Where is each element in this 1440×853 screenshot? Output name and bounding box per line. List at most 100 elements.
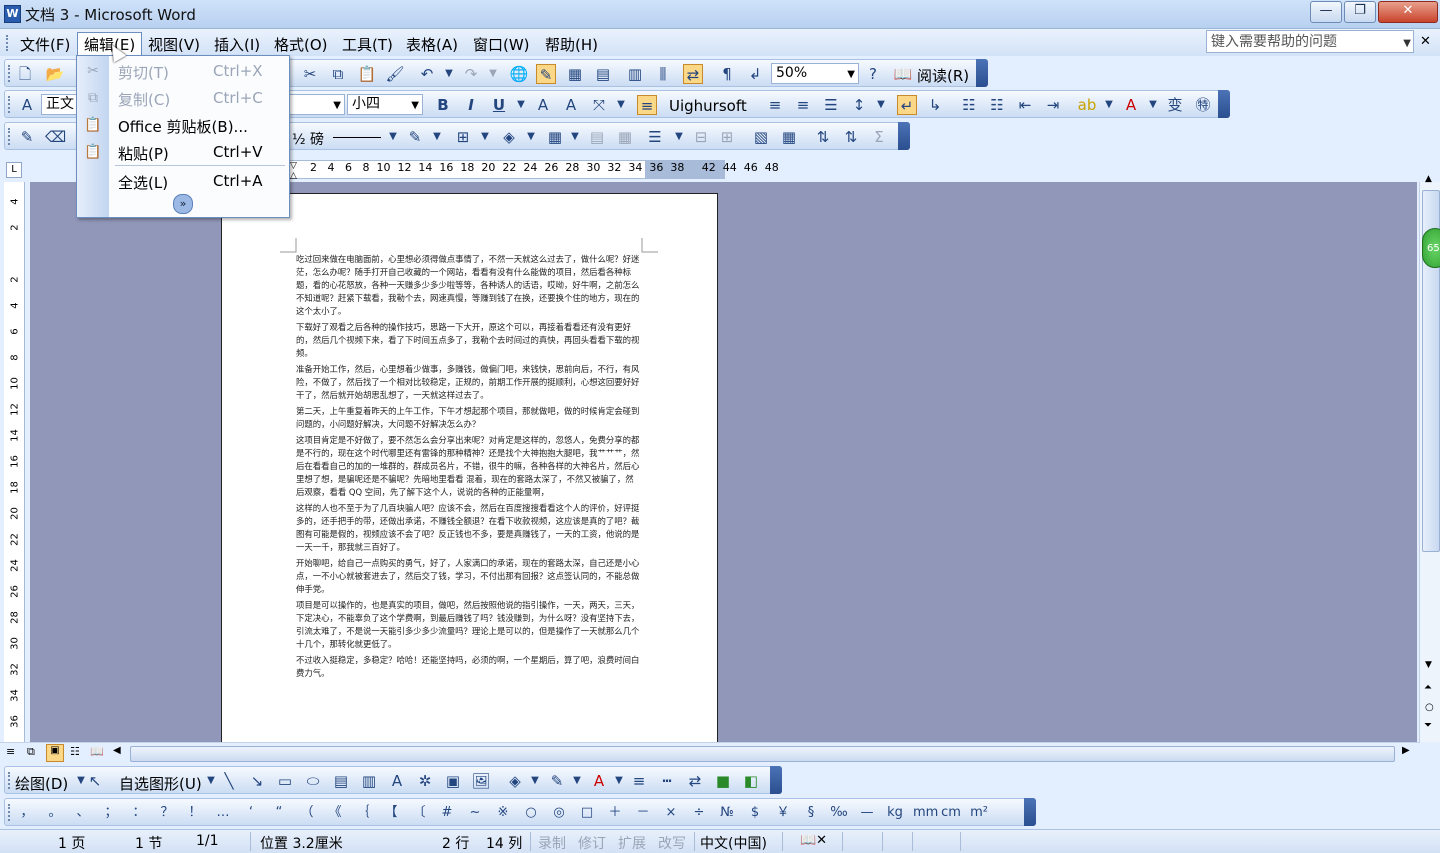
dash-style-icon[interactable]: ┅ bbox=[657, 771, 677, 791]
chevron-down-icon[interactable]: ▼ bbox=[609, 771, 629, 791]
align-right-icon[interactable]: ≡ bbox=[793, 95, 813, 115]
font-color-icon[interactable]: A bbox=[1121, 95, 1141, 115]
symbol-button[interactable]: □ bbox=[577, 803, 597, 823]
align-justify-icon[interactable]: ≡ bbox=[637, 95, 657, 115]
styles-icon[interactable]: A bbox=[17, 95, 37, 115]
arrow-style-icon[interactable]: ⇄ bbox=[685, 771, 705, 791]
horizontal-scrollbar[interactable]: ≡ ⧉ ▣ ☷ 📖 ◀ ▶ bbox=[0, 742, 1420, 763]
symbol-button[interactable]: § bbox=[801, 803, 821, 823]
minimize-button[interactable]: — bbox=[1310, 1, 1342, 23]
chevron-down-icon[interactable]: ▼ bbox=[521, 127, 541, 147]
symbol-button[interactable]: — bbox=[857, 803, 877, 823]
draw-table-icon[interactable]: ✎ bbox=[17, 127, 37, 147]
fill-color-icon[interactable]: ◈ bbox=[505, 771, 525, 791]
insert-table-icon[interactable]: ▦ bbox=[565, 64, 585, 84]
chevron-down-icon[interactable]: ▼ bbox=[333, 96, 341, 115]
document-paragraph[interactable]: 不过收入挺稳定，多稳定？哈哈！还能坚持吗，必须的啊，一个星期后，算了吧，浪费时间… bbox=[296, 654, 642, 680]
diagram-icon[interactable]: ✲ bbox=[415, 771, 435, 791]
menu-item-office-clipboard[interactable]: 📋 Office 剪贴板(B)... bbox=[77, 112, 289, 138]
symbol-button[interactable]: m² bbox=[969, 803, 989, 823]
symbol-button[interactable]: 【 bbox=[381, 803, 401, 823]
status-record[interactable]: 录制 bbox=[538, 833, 566, 853]
toolbar-grip[interactable] bbox=[8, 128, 13, 145]
scroll-right-icon[interactable]: ▶ bbox=[1402, 745, 1410, 756]
line-spacing-icon[interactable]: ↕ bbox=[849, 95, 869, 115]
show-hide-icon[interactable]: ¶ bbox=[717, 64, 737, 84]
autosum-icon[interactable]: Σ bbox=[869, 127, 889, 147]
wordart-icon[interactable]: A bbox=[387, 771, 407, 791]
symbol-button[interactable]: № bbox=[717, 803, 737, 823]
menu-item-select-all[interactable]: 全选(L) Ctrl+A bbox=[77, 168, 289, 194]
symbol-button[interactable]: ｛ bbox=[353, 803, 373, 823]
align-cell-icon[interactable]: ☰ bbox=[645, 127, 665, 147]
chevron-down-icon[interactable]: ▼ bbox=[483, 64, 503, 84]
next-page-icon[interactable]: ⏷ bbox=[1424, 720, 1432, 731]
font-color-icon[interactable]: A bbox=[589, 771, 609, 791]
merge-cells-icon[interactable]: ▤ bbox=[587, 127, 607, 147]
menu-file[interactable]: 文件(F) bbox=[14, 33, 76, 56]
scroll-up-icon[interactable]: ▲ bbox=[1425, 174, 1432, 184]
select-browse-icon[interactable]: ○ bbox=[1425, 702, 1434, 713]
document-body[interactable]: 吃过回来做在电脑面前，心里想必须得做点事情了，不然一天就这么过去了，做什么呢？好… bbox=[296, 253, 642, 683]
highlight-icon[interactable]: ab bbox=[1077, 95, 1097, 115]
symbol-button[interactable]: “ bbox=[269, 803, 289, 823]
symbol-button[interactable]: ， bbox=[17, 803, 37, 823]
symbol-button[interactable]: cm bbox=[941, 803, 961, 823]
scroll-left-icon[interactable]: ◀ bbox=[113, 745, 121, 756]
symbol-button[interactable]: ＋ bbox=[605, 803, 625, 823]
chevron-down-icon[interactable]: ▼ bbox=[475, 127, 495, 147]
redo-icon[interactable]: ↷ bbox=[461, 64, 481, 84]
chevron-down-icon[interactable]: ▼ bbox=[411, 96, 419, 115]
document-map-icon[interactable]: ⇄ bbox=[683, 64, 703, 84]
menu-window[interactable]: 窗口(W) bbox=[467, 33, 536, 56]
help-search-input[interactable]: 键入需要帮助的问题 ▼ bbox=[1206, 30, 1414, 53]
read-icon[interactable]: 📖 bbox=[893, 64, 913, 84]
italic-button[interactable]: I bbox=[461, 95, 481, 115]
symbol-button[interactable]: ○ bbox=[521, 803, 541, 823]
chevron-down-icon[interactable]: ▼ bbox=[511, 95, 531, 115]
chevron-down-icon[interactable]: ▼ bbox=[201, 771, 221, 791]
insert-excel-icon[interactable]: ▤ bbox=[593, 64, 613, 84]
chevron-down-icon[interactable]: ▼ bbox=[565, 127, 585, 147]
chevron-down-icon[interactable]: ▼ bbox=[847, 65, 855, 84]
select-pointer-icon[interactable]: ↖ bbox=[85, 771, 105, 791]
enclose-char-icon[interactable]: ㊕ bbox=[1193, 95, 1213, 115]
line-style-sample[interactable] bbox=[333, 137, 381, 138]
document-paragraph[interactable]: 第二天，上午重复着昨天的上午工作，下午才想起那个项目，那就做吧，做的时候肯定会碰… bbox=[296, 405, 642, 431]
style-select[interactable]: 正文 bbox=[41, 94, 81, 115]
paste-icon[interactable]: 📋 bbox=[357, 64, 377, 84]
toolbar-grip[interactable] bbox=[8, 804, 13, 821]
columns-icon[interactable]: ▥ bbox=[625, 64, 645, 84]
symbol-button[interactable]: … bbox=[213, 803, 233, 823]
symbol-button[interactable]: # bbox=[437, 803, 457, 823]
vertical-textbox-icon[interactable]: ▥ bbox=[359, 771, 379, 791]
web-view-icon[interactable]: ⧉ bbox=[27, 745, 35, 759]
document-paragraph[interactable]: 这项目肯定是不好做了，要不然怎么会分享出来呢？对肯定是这样的，忽悠人，免费分享的… bbox=[296, 434, 642, 499]
symbol-button[interactable]: mm bbox=[913, 803, 938, 823]
toolbar-options-icon[interactable] bbox=[976, 59, 988, 87]
status-overtype[interactable]: 改写 bbox=[658, 833, 686, 853]
menu-help[interactable]: 帮助(H) bbox=[539, 33, 604, 56]
left-indent-marker-icon[interactable]: △ bbox=[290, 171, 297, 181]
drawing-icon[interactable]: ⫼ bbox=[653, 64, 673, 84]
font-size-select[interactable]: 小四 ▼ bbox=[347, 94, 423, 115]
document-paragraph[interactable]: 这样的人也不至于为了几百块骗人吧？应该不会，然后在百度搜搜看看这个人的评价，好评… bbox=[296, 502, 642, 554]
clipart-icon[interactable]: ▣ bbox=[443, 771, 463, 791]
font-select-tail[interactable]: ▼ bbox=[289, 94, 345, 115]
chevron-down-icon[interactable]: ▼ bbox=[669, 127, 689, 147]
normal-view-icon[interactable]: ≡ bbox=[6, 745, 15, 758]
chevron-down-icon[interactable]: ▼ bbox=[439, 64, 459, 84]
arrow-icon[interactable]: ↘ bbox=[247, 771, 267, 791]
new-doc-icon[interactable]: 🗋 bbox=[15, 64, 35, 84]
outline-view-icon[interactable]: ☷ bbox=[70, 745, 80, 758]
prev-page-icon[interactable]: ⏶ bbox=[1424, 682, 1432, 693]
symbol-button[interactable]: ？ bbox=[157, 803, 177, 823]
hscroll-thumb[interactable] bbox=[130, 746, 1395, 762]
menu-table[interactable]: 表格(A) bbox=[400, 33, 464, 56]
symbol-button[interactable]: ◎ bbox=[549, 803, 569, 823]
document-paragraph[interactable]: 项目是可以操作的，也是真实的项目，做吧，然后按照他说的指引操作，一天，两天，三天… bbox=[296, 599, 642, 651]
distributed-icon[interactable]: ☰ bbox=[821, 95, 841, 115]
oval-icon[interactable]: ⬭ bbox=[303, 771, 323, 791]
phonetic-guide-icon[interactable]: 变 bbox=[1165, 95, 1185, 115]
toolbar-grip[interactable] bbox=[8, 65, 13, 82]
